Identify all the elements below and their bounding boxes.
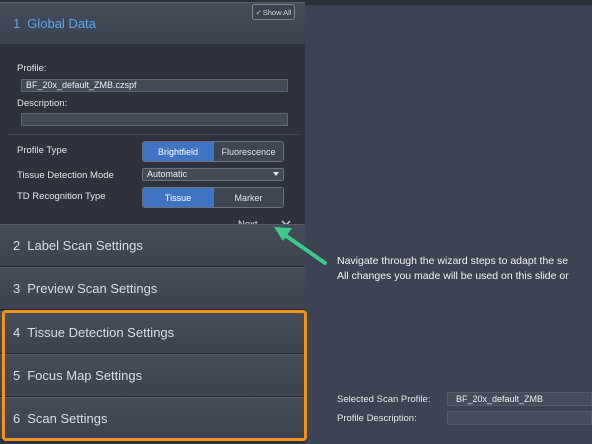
profile-description-field [447, 411, 592, 425]
step-preview-scan-settings[interactable]: 3 Preview Scan Settings [0, 267, 305, 310]
top-bar [305, 0, 592, 5]
description-label: Description: [17, 98, 68, 109]
step-number: 5 [13, 368, 21, 383]
show-all-label: Show All [262, 7, 292, 17]
step-number: 4 [13, 325, 21, 340]
global-data-panel: Profile: BF_20x_default_ZMB.czspf Descri… [0, 44, 305, 232]
check-icon: ✓ [255, 7, 262, 17]
step-focus-map-settings[interactable]: 5 Focus Map Settings [0, 354, 305, 397]
selected-scan-profile-field: BF_20x_default_ZMB [447, 392, 592, 406]
description-field[interactable] [21, 113, 288, 126]
tissue-option[interactable]: Tissue [143, 188, 213, 207]
profile-description-label: Profile Description: [337, 413, 417, 424]
step-title: Scan Settings [27, 411, 108, 426]
content-area [305, 0, 592, 444]
step-tissue-detection-settings[interactable]: 4 Tissue Detection Settings [0, 311, 305, 354]
callout-line-1: Navigate through the wizard steps to ada… [337, 255, 569, 267]
profile-type-toggle: Brightfield Fluorescence [142, 141, 284, 162]
step-title: Focus Map Settings [27, 368, 143, 383]
step-title: Tissue Detection Settings [27, 325, 175, 340]
step-title: Global Data [27, 16, 96, 31]
show-all-button[interactable]: ✓ Show All [252, 4, 295, 20]
divider [7, 134, 299, 135]
tissue-detection-mode-value: Automatic [147, 169, 188, 179]
step-number: 1 [13, 16, 21, 31]
selected-scan-profile-label: Selected Scan Profile: [337, 394, 431, 405]
marker-option[interactable]: Marker [213, 188, 283, 207]
step-title: Preview Scan Settings [27, 281, 158, 296]
step-label-scan-settings[interactable]: 2 Label Scan Settings [0, 224, 305, 267]
step-scan-settings[interactable]: 6 Scan Settings [0, 397, 305, 440]
profile-label: Profile: [17, 63, 47, 74]
callout-line-2: All changes you made will be used on thi… [337, 270, 569, 282]
chevron-down-icon [273, 172, 279, 176]
tissue-detection-mode-select[interactable]: Automatic [142, 168, 284, 181]
step-title: Label Scan Settings [27, 238, 143, 253]
td-recognition-type-label: TD Recognition Type [17, 191, 106, 202]
step-number: 3 [13, 281, 21, 296]
profile-field[interactable]: BF_20x_default_ZMB.czspf [21, 79, 288, 92]
profile-type-label: Profile Type [17, 145, 67, 156]
step-number: 2 [13, 238, 21, 253]
tissue-detection-mode-label: Tissue Detection Mode [17, 170, 114, 181]
step-number: 6 [13, 411, 21, 426]
td-recognition-toggle: Tissue Marker [142, 187, 284, 208]
brightfield-option[interactable]: Brightfield [143, 142, 213, 161]
fluorescence-option[interactable]: Fluorescence [213, 142, 283, 161]
